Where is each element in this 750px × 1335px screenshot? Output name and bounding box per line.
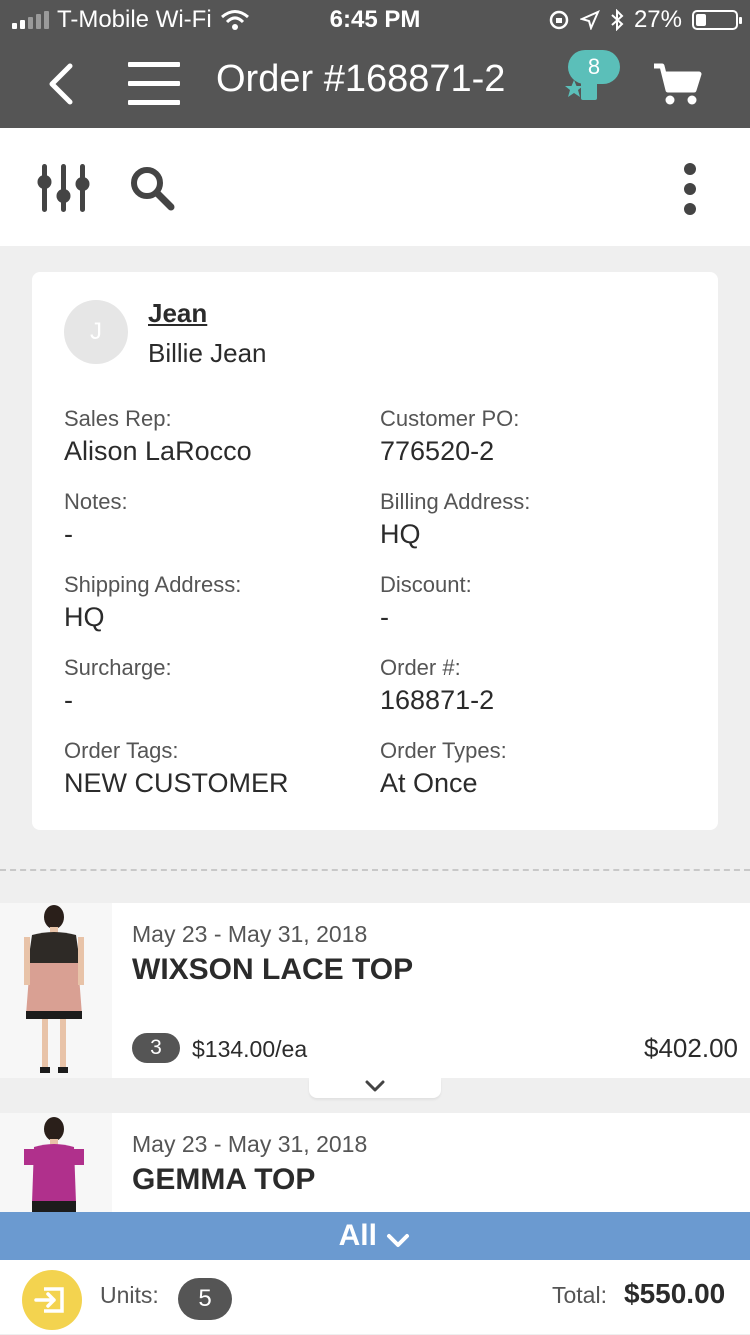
- item-dates: May 23 - May 31, 2018: [132, 1131, 368, 1157]
- field-value: 776520-2: [380, 436, 495, 466]
- field-label: Order Types:: [380, 738, 507, 763]
- total-label: Total:: [552, 1282, 607, 1308]
- field-surcharge: Surcharge: -: [64, 655, 364, 716]
- nav-bar: Order #168871-2 8: [0, 40, 750, 128]
- field-value: NEW CUSTOMER: [64, 768, 289, 798]
- customer-name-link[interactable]: Jean: [148, 298, 207, 329]
- avatar: J: [64, 300, 128, 364]
- field-label: Sales Rep:: [64, 406, 172, 431]
- line-item[interactable]: May 23 - May 31, 2018 WIXSON LACE TOP 3 …: [0, 903, 750, 1078]
- field-order-types: Order Types: At Once: [380, 738, 680, 799]
- filter-label: All: [338, 1219, 377, 1252]
- total-value: $550.00: [624, 1278, 726, 1309]
- field-value: HQ: [380, 519, 421, 549]
- customer-contact: Billie Jean: [148, 338, 267, 368]
- field-notes: Notes: -: [64, 489, 364, 550]
- field-value: 168871-2: [380, 685, 495, 715]
- exit-button[interactable]: [22, 1270, 82, 1330]
- toolbar: [0, 128, 750, 246]
- units-label: Units:: [100, 1282, 159, 1308]
- field-label: Order #:: [380, 655, 461, 680]
- field-label: Shipping Address:: [64, 572, 242, 597]
- menu-icon[interactable]: [128, 62, 180, 106]
- status-bar: T-Mobile Wi-Fi 6:45 PM 27%: [0, 0, 750, 40]
- field-label: Customer PO:: [380, 406, 520, 431]
- chevron-down-icon: [365, 1080, 385, 1092]
- field-label: Order Tags:: [64, 738, 179, 763]
- field-value: -: [64, 685, 73, 715]
- line-item[interactable]: May 23 - May 31, 2018 GEMMA TOP: [0, 1113, 750, 1212]
- order-details-card: J Jean Billie Jean Sales Rep: Alison LaR…: [32, 272, 718, 830]
- units-count: 5: [178, 1278, 232, 1320]
- field-sales-rep: Sales Rep: Alison LaRocco: [64, 406, 364, 467]
- quantity-badge[interactable]: 3: [132, 1033, 180, 1063]
- item-name: WIXSON LACE TOP: [132, 953, 414, 986]
- location-icon: [579, 10, 600, 30]
- field-label: Discount:: [380, 572, 472, 597]
- page-title: Order #168871-2: [216, 58, 506, 100]
- field-value: -: [380, 602, 389, 632]
- bluetooth-icon: [611, 9, 624, 31]
- unit-price: $134.00/ea: [192, 1036, 308, 1062]
- status-right-group: 27%: [548, 6, 742, 34]
- chevron-down-icon: [387, 1233, 410, 1247]
- line-total: $402.00: [644, 1033, 738, 1063]
- cart-icon[interactable]: [652, 62, 702, 108]
- rotation-lock-icon: [549, 10, 569, 30]
- filter-dropdown-bar[interactable]: All: [0, 1212, 750, 1260]
- field-billing-address: Billing Address: HQ: [380, 489, 680, 550]
- product-image: [0, 903, 112, 1078]
- field-value: -: [64, 519, 73, 549]
- product-image: [0, 1113, 112, 1212]
- battery-icon: [692, 10, 742, 30]
- field-label: Notes:: [64, 489, 128, 514]
- field-customer-po: Customer PO: 776520-2: [380, 406, 680, 467]
- field-value: Alison LaRocco: [64, 436, 252, 466]
- item-dates: May 23 - May 31, 2018: [132, 921, 368, 947]
- battery-fill: [696, 14, 706, 26]
- field-value: HQ: [64, 602, 105, 632]
- field-discount: Discount: -: [380, 572, 680, 633]
- field-shipping-address: Shipping Address: HQ: [64, 572, 364, 633]
- field-value: At Once: [380, 768, 478, 798]
- field-order-number: Order #: 168871-2: [380, 655, 680, 716]
- exit-icon: [34, 1287, 64, 1313]
- notification-badge[interactable]: 8: [568, 50, 620, 84]
- order-summary-footer: Units: 5 Total: $550.00: [0, 1260, 750, 1334]
- section-divider: [0, 869, 750, 871]
- more-vertical-icon[interactable]: [676, 162, 704, 216]
- field-order-tags: Order Tags: NEW CUSTOMER: [64, 738, 364, 799]
- back-icon[interactable]: [40, 60, 84, 108]
- item-name: GEMMA TOP: [132, 1163, 316, 1196]
- battery-percent: 27%: [633, 6, 682, 33]
- expand-toggle[interactable]: [309, 1078, 441, 1098]
- field-label: Billing Address:: [380, 489, 531, 514]
- search-icon[interactable]: [128, 164, 176, 212]
- field-label: Surcharge:: [64, 655, 172, 680]
- filter-sliders-icon[interactable]: [36, 162, 92, 214]
